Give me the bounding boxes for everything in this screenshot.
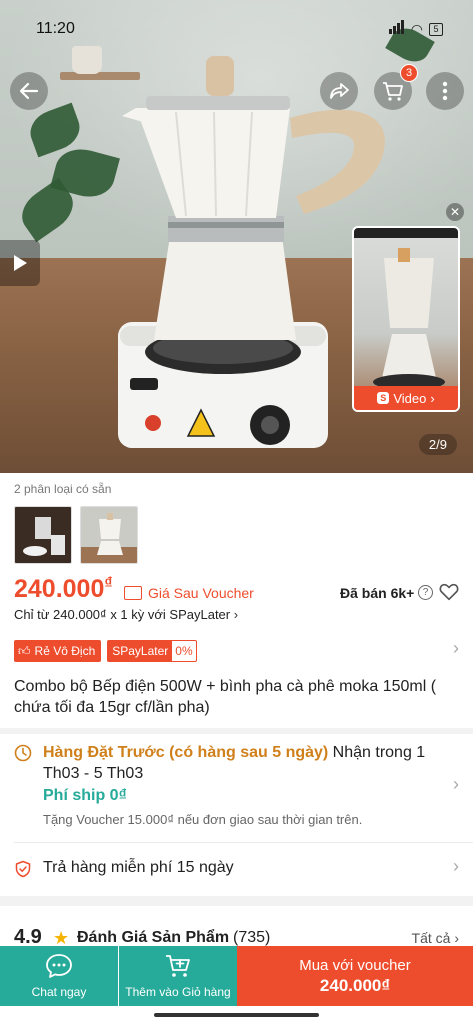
- bottom-action-bar: Chat ngay Thêm vào Giỏ hàng Mua với vouc…: [0, 946, 473, 1006]
- shipping-note: Tặng Voucher 15.000₫ nếu đơn giao sau th…: [43, 812, 363, 827]
- cheapest-badge: 👍︎ Rẻ Vô Địch: [14, 640, 102, 662]
- price-currency: ₫: [104, 575, 113, 592]
- chevron-right-icon: ›: [233, 607, 239, 622]
- product-image-gallery[interactable]: 11:20 ◠ 5 3 ✕ S Video › 2/9: [0, 0, 473, 473]
- share-icon: [330, 83, 349, 99]
- promo-badges[interactable]: 👍︎ Rẻ Vô Địch SPayLater 0%: [14, 640, 197, 662]
- video-preview-image: [354, 238, 458, 398]
- help-icon[interactable]: ?: [418, 585, 433, 600]
- spaylater-badge: SPayLater 0%: [107, 640, 197, 662]
- close-icon: ✕: [449, 205, 461, 219]
- buy-with-voucher-button[interactable]: Mua với voucher 240.000₫: [237, 946, 473, 1006]
- cart-count-badge: 3: [400, 64, 418, 82]
- more-button[interactable]: [426, 72, 464, 110]
- heart-icon[interactable]: [438, 581, 460, 603]
- variant-image-2: [81, 507, 137, 563]
- variant-thumbnail[interactable]: [14, 506, 72, 564]
- shield-check-icon: [15, 860, 31, 878]
- voucher-price-label: Giá Sau Voucher: [148, 585, 254, 601]
- variants-label: 2 phân loại có sẵn: [14, 482, 112, 496]
- shopee-video-icon: S: [377, 392, 390, 404]
- more-vertical-icon: [442, 81, 448, 101]
- status-time: 11:20: [36, 20, 75, 37]
- product-title: Combo bộ Bếp điện 500W + bình pha cà phê…: [14, 678, 437, 716]
- video-button[interactable]: S Video ›: [354, 386, 458, 410]
- share-button[interactable]: [320, 72, 358, 110]
- voucher-tag-icon: [124, 586, 142, 600]
- cart-icon: [383, 82, 403, 101]
- cart-plus-icon: [166, 955, 190, 977]
- variant-image-1: [15, 507, 71, 563]
- variant-thumbnail[interactable]: [80, 506, 138, 564]
- section-separator: [14, 842, 473, 843]
- price-amount: 240.000: [14, 575, 105, 603]
- rating-title: Đánh Giá Sản Phẩm: [77, 929, 230, 946]
- video-label: Video: [393, 390, 427, 406]
- play-icon: [14, 255, 27, 271]
- shipping-title: Hàng Đặt Trước (có hàng sau 5 ngày) Nhận…: [43, 742, 443, 784]
- installment-info[interactable]: Chỉ từ 240.000₫ x 1 kỳ với SPayLater ›: [14, 607, 238, 622]
- chat-now-button[interactable]: Chat ngay: [0, 946, 118, 1006]
- back-button[interactable]: [10, 72, 48, 110]
- previous-media-button[interactable]: [0, 240, 40, 286]
- return-policy-text: Trả hàng miễn phí 15 ngày: [43, 859, 234, 876]
- view-all-label: Tất cả: [411, 930, 451, 946]
- chat-now-label: Chat ngay: [31, 985, 87, 999]
- view-all-reviews-link[interactable]: Tất cả ›: [412, 930, 459, 946]
- clock-icon: [14, 744, 32, 762]
- video-preview-illustration: [373, 248, 445, 390]
- add-to-cart-label: Thêm vào Giỏ hàng: [125, 985, 231, 999]
- preorder-label: Hàng Đặt Trước (có hàng sau 5 ngày): [43, 744, 329, 761]
- wifi-icon: ◠: [410, 21, 423, 37]
- cart-button[interactable]: 3: [374, 64, 418, 110]
- home-indicator[interactable]: [154, 1013, 319, 1017]
- close-video-button[interactable]: ✕: [446, 203, 464, 221]
- thumbs-up-icon: 👍︎: [18, 643, 31, 658]
- chevron-right-icon: ›: [453, 774, 459, 794]
- cheapest-badge-label: Rẻ Vô Địch: [34, 644, 96, 658]
- chat-icon: [46, 954, 72, 978]
- buy-price: 240.000₫: [319, 975, 391, 995]
- battery-icon: 5: [429, 23, 443, 36]
- rating-count: (735): [233, 929, 271, 946]
- installment-text: Chỉ từ 240.000₫ x 1 kỳ với SPayLater: [14, 607, 231, 622]
- signal-icon: [388, 20, 405, 39]
- chevron-right-icon: ›: [430, 390, 435, 406]
- return-policy-row[interactable]: Trả hàng miễn phí 15 ngày ›: [14, 856, 459, 880]
- image-page-indicator: 2/9: [418, 434, 457, 455]
- spaylater-rate: 0%: [175, 644, 193, 658]
- status-icons: ◠ 5: [388, 20, 443, 39]
- chevron-right-icon[interactable]: ›: [453, 638, 459, 659]
- video-thumbnail[interactable]: S Video ›: [352, 226, 460, 412]
- spaylater-label: SPayLater: [108, 641, 173, 661]
- section-divider: [0, 728, 473, 734]
- price-display: 240.000₫: [14, 575, 113, 604]
- price-row: 240.000₫ Giá Sau Voucher Đã bán 6k+ ?: [14, 575, 459, 605]
- add-to-cart-button[interactable]: Thêm vào Giỏ hàng: [119, 946, 237, 1006]
- chevron-right-icon: ›: [453, 856, 459, 876]
- shipping-fee: Phí ship 0₫: [43, 787, 127, 804]
- arrow-left-icon: [19, 82, 39, 100]
- buy-label: Mua với voucher: [299, 956, 411, 974]
- section-divider: [0, 896, 473, 906]
- sold-count: Đã bán 6k+: [340, 585, 415, 601]
- chevron-right-icon: ›: [454, 930, 459, 946]
